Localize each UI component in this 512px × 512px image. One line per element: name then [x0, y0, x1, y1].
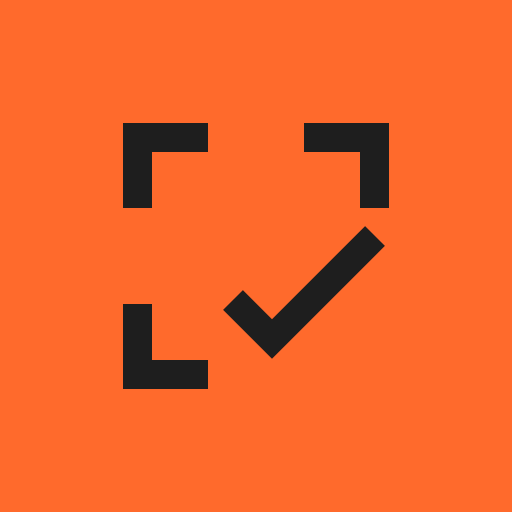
scan-check-icon	[0, 0, 512, 512]
app-icon	[0, 0, 512, 512]
icon-background	[0, 0, 512, 512]
